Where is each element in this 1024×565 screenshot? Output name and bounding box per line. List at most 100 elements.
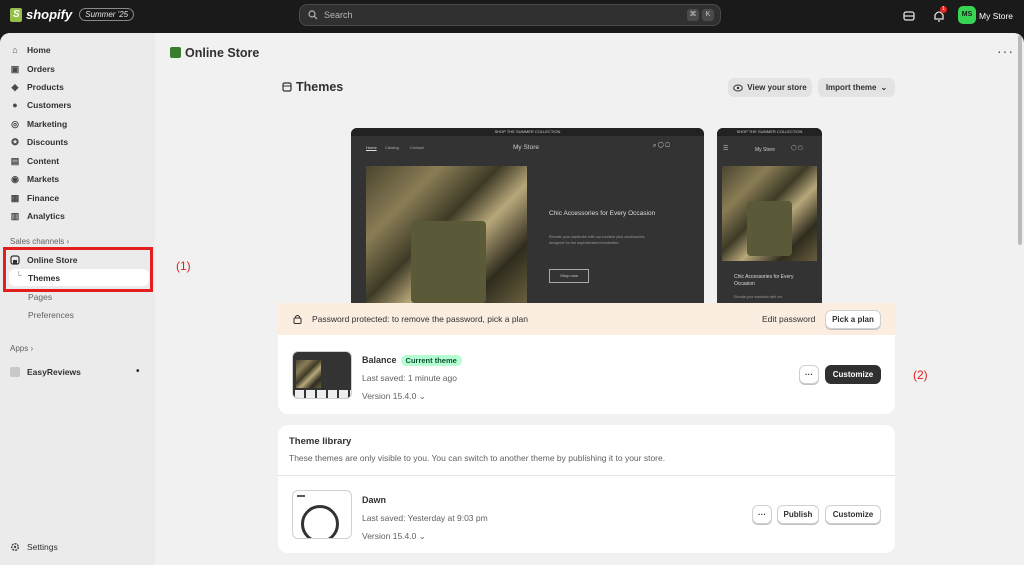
sidebar-item-label: Customers	[27, 100, 72, 110]
hero-title-mobile: Chic Accessories for Every Occasion	[734, 274, 794, 287]
menu-icon: ☰	[723, 146, 729, 152]
divider	[278, 475, 895, 476]
pick-plan-button[interactable]: Pick a plan	[825, 310, 881, 329]
chevron-down-icon: ⌄	[418, 391, 426, 401]
sidebar-item-analytics[interactable]: ▥ Analytics	[10, 208, 150, 224]
thumb-line	[297, 495, 305, 497]
sidebar-item-products[interactable]: ◆ Products	[10, 79, 150, 95]
sidebar-item-customers[interactable]: ● Customers	[10, 97, 150, 113]
sales-channels-label[interactable]: Sales channels ›	[10, 237, 69, 246]
customize-button[interactable]: Customize	[825, 365, 881, 384]
annotation-label-2: (2)	[913, 368, 928, 382]
current-theme-card: SHOP THE SUMMER COLLECTION Home Catalog …	[278, 115, 895, 414]
balance-thumbnail[interactable]	[292, 351, 352, 399]
thumb-products	[295, 390, 351, 398]
themes-heading: Themes	[296, 80, 344, 94]
shopify-bag-icon	[10, 7, 22, 22]
home-icon: ⌂	[12, 45, 18, 55]
search-icon	[308, 10, 318, 20]
view-store-button[interactable]: View your store	[728, 78, 812, 97]
sidebar-item-markets[interactable]: ◉ Markets	[10, 171, 150, 187]
preview-store-title-mobile: My Store	[755, 147, 776, 153]
announcement-bar-mobile: SHOP THE SUMMER COLLECTION	[717, 128, 822, 136]
tag-icon: ◆	[11, 82, 19, 92]
password-text: Password protected: to remove the passwo…	[312, 314, 528, 324]
sidebar-item-settings[interactable]: Settings	[10, 539, 150, 555]
sidebar-item-easyreviews[interactable]: EasyReviews •	[10, 364, 150, 380]
dawn-theme-saved: Last saved: Yesterday at 9:03 pm	[362, 513, 488, 523]
sidebar: ⌂ Home ▣ Orders ◆ Products ● Customers ◎ Marketin…	[0, 33, 155, 565]
dawn-more-button[interactable]: ···	[752, 505, 772, 524]
hero-title: Chic Accessories for Every Occasion	[549, 210, 656, 217]
annotation-box-1	[3, 247, 153, 292]
shopify-logo[interactable]: shopify Summer '25	[10, 7, 135, 22]
announcement-bar: SHOP THE SUMMER COLLECTION	[351, 128, 704, 136]
person-icon: ●	[12, 100, 18, 110]
sidebar-item-orders[interactable]: ▣ Orders	[10, 61, 150, 77]
current-theme-more-button[interactable]: ···	[799, 365, 819, 384]
sidebar-item-home[interactable]: ⌂ Home	[10, 42, 150, 58]
orders-icon: ▣	[10, 64, 20, 74]
search-bar[interactable]: Search ⌘ K	[299, 4, 721, 26]
import-theme-label: Import theme	[825, 83, 877, 92]
pick-plan-label: Pick a plan	[832, 315, 874, 324]
sidebar-item-label: Orders	[27, 64, 55, 74]
store-name[interactable]: My Store	[979, 11, 1013, 21]
sidebar-item-label: Marketing	[27, 119, 68, 129]
current-theme-version[interactable]: Version 15.4.0 ⌄	[362, 391, 426, 402]
dawn-theme-version[interactable]: Version 15.4.0 ⌄	[362, 531, 426, 542]
logo-text: shopify	[26, 7, 73, 22]
sidebar-item-label: Content	[27, 156, 60, 166]
sidebar-item-label: Discounts	[27, 137, 69, 147]
import-theme-button[interactable]: Import theme ⌄	[818, 78, 895, 97]
apps-label[interactable]: Apps ›	[10, 344, 33, 353]
hero-body: Elevate your wardrobe with our modern pi…	[549, 235, 646, 245]
kbd-cmd: ⌘	[687, 9, 699, 21]
dot-indicator: •	[136, 366, 140, 377]
globe-icon: ◉	[11, 174, 19, 184]
sidebar-item-content[interactable]: ▤ Content	[10, 153, 150, 169]
scrollbar[interactable]	[1018, 35, 1022, 245]
top-bar: shopify Summer '25 Search ⌘ K 1 MS My St…	[0, 0, 1024, 33]
mobile-header-icons: ◯ ▢	[791, 145, 803, 151]
sidebar-item-label: Finance	[27, 193, 60, 203]
chevron-down-icon: ⌄	[418, 531, 426, 541]
search-placeholder: Search	[324, 10, 353, 20]
hero-body-mobile: Elevate your wardrobe with our	[734, 295, 783, 299]
sidebar-item-discounts[interactable]: ✪ Discounts	[10, 134, 150, 150]
eye-icon	[733, 84, 744, 91]
hero-button: Shop now	[549, 269, 589, 283]
sidebar-item-label: Home	[27, 45, 51, 55]
sidebar-item-label: Analytics	[27, 211, 65, 221]
hero-image-mobile	[722, 166, 817, 261]
dawn-customize-button[interactable]: Customize	[825, 505, 881, 524]
app-icon	[10, 367, 20, 377]
bag-shape	[411, 221, 486, 303]
more-actions-icon[interactable]: ···	[997, 43, 1014, 59]
content-icon: ▤	[10, 156, 20, 166]
kbd-k: K	[702, 9, 714, 21]
theme-library-card: Theme library These themes are only visi…	[278, 425, 895, 553]
bag-shape-mobile	[747, 201, 792, 256]
sidebar-item-label: Products	[27, 82, 64, 92]
mobile-preview: SHOP THE SUMMER COLLECTION ☰ My Store ◯ …	[717, 128, 822, 303]
dawn-thumbnail[interactable]	[292, 490, 352, 539]
sidebar-subitem-pages[interactable]: Pages	[28, 292, 52, 302]
themes-icon	[282, 82, 292, 92]
target-icon: ◎	[11, 119, 19, 129]
current-theme-name: Balance Current theme	[362, 355, 462, 366]
edit-password-link[interactable]: Edit password	[762, 314, 815, 324]
current-theme-saved: Last saved: 1 minute ago	[362, 373, 457, 383]
sidebar-subitem-preferences[interactable]: Preferences	[28, 310, 74, 320]
inbox-icon[interactable]	[902, 9, 916, 23]
theme-preview[interactable]: SHOP THE SUMMER COLLECTION Home Catalog …	[278, 115, 895, 303]
annotation-label-1: (1)	[176, 259, 191, 273]
publish-button[interactable]: Publish	[777, 505, 819, 524]
avatar[interactable]: MS	[958, 6, 976, 24]
sidebar-item-label: EasyReviews	[27, 367, 81, 377]
preview-header-icons: ⌕ ◯ ▢	[653, 143, 670, 149]
edition-badge[interactable]: Summer '25	[79, 8, 135, 21]
password-banner: Password protected: to remove the passwo…	[278, 303, 895, 335]
sidebar-item-finance[interactable]: ▦ Finance	[10, 190, 150, 206]
sidebar-item-marketing[interactable]: ◎ Marketing	[10, 116, 150, 132]
